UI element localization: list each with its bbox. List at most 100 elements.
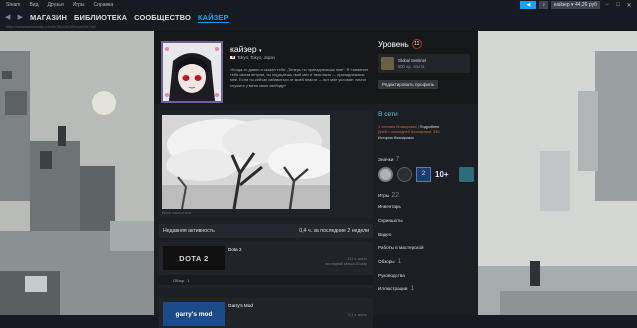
link-workshop[interactable]: Работы в мастерской [378,241,474,255]
avatar-image [163,43,221,101]
menu-help[interactable]: Справка [94,2,114,8]
wallet-balance: 44,26 руб [574,2,597,8]
badges-label: Значки [378,157,394,163]
featured-badge[interactable]: Global Sentinel 500 ед. опыта [378,54,470,73]
badge-steam-icon[interactable] [397,166,412,182]
ban-status: 1 человек блокировка | Подробнее Дней с … [378,125,474,141]
profile-level-panel: Уровень 11 Global Sentinel 500 ед. опыта… [378,39,474,91]
link-workshop-label: Работы в мастерской [378,245,424,251]
link-videos[interactable]: Видео [378,227,474,241]
level-row: Уровень 11 [378,39,474,49]
game-capsule-garrysmod[interactable]: garry's mod [163,302,225,326]
announcements-button[interactable]: ◀ [520,1,537,9]
window-controls: ◀ ♪ кайзер ▾ 44,26 руб − □ ✕ [520,1,633,9]
level-label: Уровень [378,39,409,49]
link-artwork-count: 1 [410,285,415,293]
link-guides-label: Руководства [378,272,405,278]
badge-xp: 500 ед. опыта [398,63,425,69]
game-name-garrysmod[interactable]: Garry's Mod [228,303,253,308]
game-name-dota2[interactable]: Dota 2 [228,247,242,252]
nav-bar: ◀ ▶ МАГАЗИН БИБЛИОТЕКА СООБЩЕСТВО КАЙЗЕР [0,10,637,24]
game-hours-garrysmod: 2,3 ч. всего [348,313,367,317]
edit-profile-button[interactable]: Редактировать профиль [378,80,439,89]
link-inventory[interactable]: Инвентарь [378,200,474,214]
profile-summary: «Когда-то давно я сказал тебе: „Теперь т… [230,67,368,88]
online-status: В сети [378,111,398,118]
level-badge: 11 [411,39,422,49]
maximize-icon[interactable]: □ [614,1,622,9]
ban-details-link[interactable]: Подробнее [420,125,440,129]
game-lastplayed-dota2: последний запуск 20 мар [324,261,367,266]
badge-icon [381,57,394,70]
close-icon[interactable]: ✕ [625,1,633,9]
chevron-down-icon: ▾ [259,48,262,54]
notifications-button[interactable]: ♪ [539,1,548,9]
badge-name: Global Sentinel [398,58,426,63]
link-guides[interactable]: Руководства [378,268,474,282]
recent-activity-hours: 0,4 ч. за последние 2 недели [299,228,369,234]
games-section[interactable]: Игры 22 [378,192,474,199]
link-reviews-count: 1 [397,257,402,265]
badge-info: Global Sentinel 500 ед. опыта [398,58,426,69]
artwork-showcase: Black sakura tree [159,111,373,218]
profile-page: кайзер ▾ Tokyo, Tokyo, Japan «Когда-то д… [154,31,478,328]
review-link[interactable]: Обзор [173,278,184,283]
game-footer-dota2: Обзор 1 [159,275,373,285]
games-label: Игры [378,193,390,199]
game-item-dota2: DOTA 2 Dota 2 333 ч. всего последний зап… [159,242,373,288]
showcase-caption: Black sakura tree [162,211,192,215]
link-artwork[interactable]: Иллюстрации 1 [378,282,474,296]
badge-level-icon[interactable]: 2 [416,166,431,182]
badge-community-icon[interactable] [459,166,474,182]
menu-view[interactable]: Вид [29,2,38,8]
nav-community[interactable]: СООБЩЕСТВО [134,13,191,22]
link-reviews-label: Обзоры [378,258,395,264]
menu-steam[interactable]: Steam [6,2,20,8]
recent-activity-title[interactable]: Недавняя активность [163,228,215,234]
game-capsule-dota2[interactable]: DOTA 2 [163,246,225,270]
game-stats-garrysmod: 2,3 ч. всего [348,313,367,318]
link-screenshots-label: Скриншоты [378,217,403,223]
ban-count: 1 человек блокировка [378,125,417,129]
review-count: 1 [187,277,190,283]
badges-count: 7 [395,155,400,163]
nav-library[interactable]: БИБЛИОТЕКА [74,13,127,22]
bell-icon: ♪ [542,2,545,8]
back-button[interactable]: ◀ [5,13,10,21]
badge-list: 2 10+ [378,166,474,182]
badge-years-value: 10+ [435,169,449,179]
showcase-artwork[interactable] [162,115,330,209]
recent-activity-header: Недавняя активность 0,4 ч. за последние … [159,224,373,238]
ban-history-link[interactable]: История блокировок [378,136,474,141]
badge-years-icon[interactable]: 10+ [435,167,455,182]
avatar[interactable] [161,41,223,103]
profile-links: Инвентарь Скриншоты Видео Работы в масте… [378,200,474,296]
account-menu[interactable]: кайзер ▾ 44,26 руб [550,1,600,9]
profile-name-text: кайзер [230,44,257,54]
japan-flag-icon [230,55,235,60]
location-text: Tokyo, Tokyo, Japan [237,55,275,60]
link-videos-label: Видео [378,231,392,237]
profile-location: Tokyo, Tokyo, Japan [230,55,275,60]
nav-profile[interactable]: КАЙЗЕР [198,13,229,22]
game-stats-dota2: 333 ч. всего последний запуск 20 мар [325,257,367,266]
profile-header: кайзер ▾ Tokyo, Tokyo, Japan «Когда-то д… [154,31,478,104]
url-bar: https://steamcommunity.com/id/78hJ2f4189… [0,24,637,31]
badge-coin-icon[interactable] [378,166,393,182]
menu-bar: Steam Вид Друзья Игры Справка ◀ ♪ кайзер… [0,0,637,10]
profile-name[interactable]: кайзер ▾ [230,44,262,54]
nav-store[interactable]: МАГАЗИН [30,13,67,22]
menu-games[interactable]: Игры [73,2,85,8]
games-count: 22 [391,191,400,199]
megaphone-icon: ◀ [526,2,531,8]
badges-section[interactable]: Значки 7 [378,156,474,163]
profile-sidebar: В сети 1 человек блокировка | Подробнее … [378,111,474,296]
forward-button[interactable]: ▶ [17,13,22,21]
minimize-icon[interactable]: − [603,1,611,9]
account-name: кайзер [553,2,570,8]
link-screenshots[interactable]: Скриншоты [378,214,474,228]
menu-friends[interactable]: Друзья [48,2,64,8]
link-inventory-label: Инвентарь [378,204,401,210]
link-reviews[interactable]: Обзоры 1 [378,255,474,269]
link-artwork-label: Иллюстрации [378,286,408,292]
